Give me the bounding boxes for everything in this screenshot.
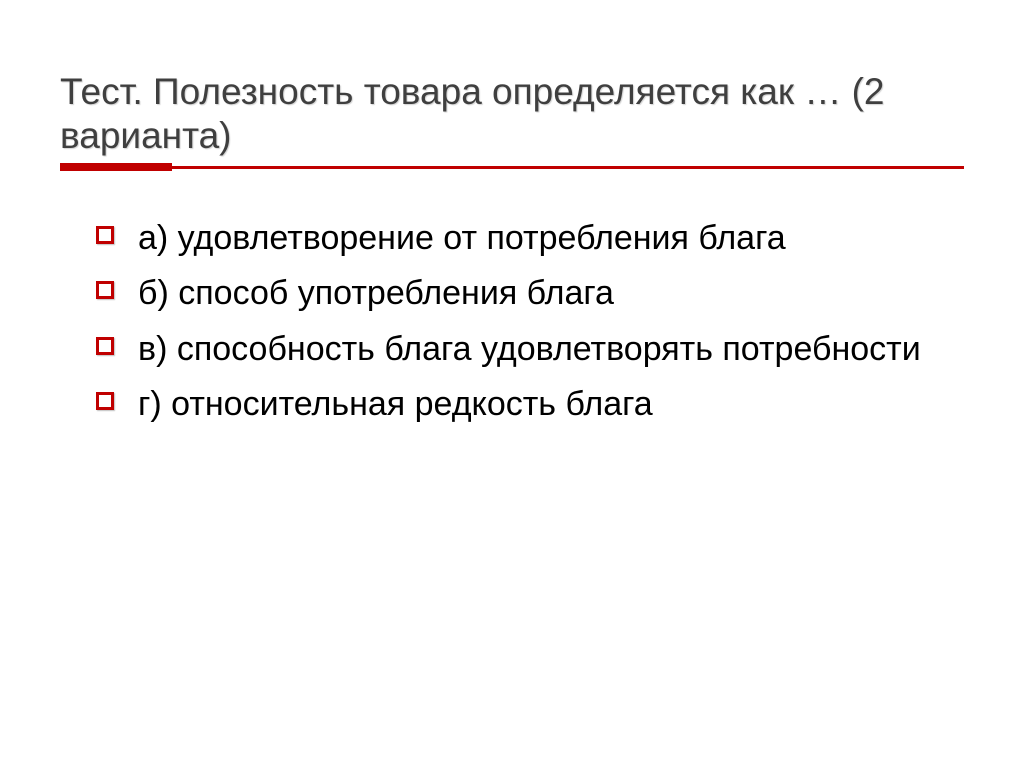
- list-item: в) способность блага удовлетворять потре…: [96, 328, 964, 372]
- list-item-label: а) удовлетворение от потребления блага: [138, 219, 786, 257]
- list-item: г) относительная редкость блага: [96, 383, 964, 427]
- content-list: а) удовлетворение от потребления блага б…: [60, 201, 964, 427]
- slide-title: Тест. Полезность товара определяется как…: [60, 70, 964, 159]
- list-item: а) удовлетворение от потребления блага: [96, 217, 964, 261]
- square-bullet-icon: [96, 281, 114, 299]
- list-item-label: б) способ употребления блага: [138, 274, 614, 312]
- slide: Тест. Полезность товара определяется как…: [0, 0, 1024, 768]
- title-block: Тест. Полезность товара определяется как…: [60, 70, 964, 171]
- list-item-label: г) относительная редкость блага: [138, 385, 653, 423]
- square-bullet-icon: [96, 226, 114, 244]
- list-item: б) способ употребления блага: [96, 272, 964, 316]
- title-underline: [60, 163, 964, 171]
- list-item-label: в) способность блага удовлетворять потре…: [138, 330, 921, 368]
- square-bullet-icon: [96, 337, 114, 355]
- square-bullet-icon: [96, 392, 114, 410]
